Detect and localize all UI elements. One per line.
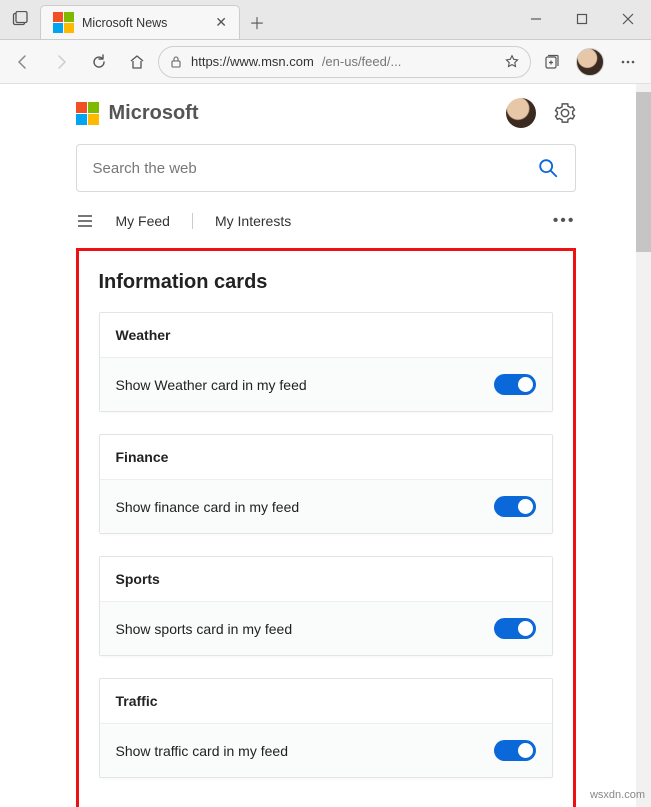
close-icon (622, 13, 634, 25)
tabview-icon (12, 11, 28, 27)
nav-more-button[interactable]: ••• (553, 212, 576, 230)
tab-title: Microsoft News (82, 16, 167, 30)
refresh-icon (90, 53, 108, 71)
feed-nav: My Feed My Interests ••• (76, 208, 576, 234)
menu-button[interactable] (611, 45, 645, 79)
collections-icon (543, 53, 561, 71)
home-button[interactable] (120, 45, 154, 79)
profile-button[interactable] (573, 45, 607, 79)
favorites-button[interactable] (504, 54, 520, 70)
search-box[interactable] (76, 144, 576, 192)
toggle-sports[interactable] (494, 618, 536, 639)
user-avatar[interactable] (506, 98, 536, 128)
window-minimize-button[interactable] (513, 0, 559, 39)
card-traffic: Traffic Show traffic card in my feed (99, 678, 553, 778)
ellipsis-icon (619, 53, 637, 71)
search-input[interactable] (93, 160, 537, 177)
window-maximize-button[interactable] (559, 0, 605, 39)
site-header: Microsoft (76, 98, 576, 128)
forward-button[interactable] (44, 45, 78, 79)
scrollbar-thumb[interactable] (636, 92, 651, 252)
address-bar[interactable]: https://www.msn.com/en-us/feed/... (158, 46, 531, 78)
toggle-weather[interactable] (494, 374, 536, 395)
page-content: Microsoft My Feed My Interests ••• Infor… (76, 98, 576, 807)
profile-avatar-icon (576, 48, 604, 76)
collections-button[interactable] (535, 45, 569, 79)
toggle-traffic[interactable] (494, 740, 536, 761)
settings-button[interactable] (554, 102, 576, 124)
search-button[interactable] (537, 157, 559, 179)
lock-icon (169, 55, 183, 69)
card-finance-title: Finance (100, 435, 552, 480)
gear-icon (554, 102, 576, 124)
arrow-right-icon (52, 53, 70, 71)
nav-divider (192, 213, 193, 229)
toggle-finance[interactable] (494, 496, 536, 517)
card-weather-title: Weather (100, 313, 552, 358)
browser-toolbar: https://www.msn.com/en-us/feed/... (0, 40, 651, 84)
hamburger-icon (76, 212, 94, 230)
new-tab-button[interactable]: ＋ (240, 5, 274, 39)
home-icon (128, 53, 146, 71)
card-sports: Sports Show sports card in my feed (99, 556, 553, 656)
url-path: /en-us/feed/... (322, 54, 402, 69)
card-finance: Finance Show finance card in my feed (99, 434, 553, 534)
card-sports-label: Show sports card in my feed (116, 621, 293, 637)
highlight-box: Information cards Weather Show Weather c… (76, 248, 576, 807)
url-host: https://www.msn.com (191, 54, 314, 69)
card-sports-title: Sports (100, 557, 552, 602)
window-close-button[interactable] (605, 0, 651, 39)
microsoft-logo-icon (76, 102, 99, 125)
card-finance-label: Show finance card in my feed (116, 499, 300, 515)
tab-close-button[interactable]: ✕ (215, 14, 227, 31)
maximize-icon (576, 13, 588, 25)
scrollbar-track[interactable] (636, 84, 651, 807)
favicon-microsoft-icon (53, 12, 74, 33)
window-titlebar: Microsoft News ✕ ＋ (0, 0, 651, 40)
card-weather: Weather Show Weather card in my feed (99, 312, 553, 412)
back-button[interactable] (6, 45, 40, 79)
minimize-icon (530, 13, 542, 25)
star-add-icon (504, 54, 520, 70)
nav-menu-button[interactable] (76, 212, 94, 230)
section-title: Information cards (99, 271, 553, 294)
nav-my-interests[interactable]: My Interests (215, 213, 291, 229)
search-icon (537, 157, 559, 179)
watermark: wsxdn.com (590, 789, 645, 801)
nav-my-feed[interactable]: My Feed (116, 213, 170, 229)
browser-tab[interactable]: Microsoft News ✕ (40, 5, 240, 39)
card-traffic-label: Show traffic card in my feed (116, 743, 288, 759)
arrow-left-icon (14, 53, 32, 71)
refresh-button[interactable] (82, 45, 116, 79)
card-traffic-title: Traffic (100, 679, 552, 724)
page-viewport: Microsoft My Feed My Interests ••• Infor… (0, 84, 651, 807)
card-weather-label: Show Weather card in my feed (116, 377, 307, 393)
brand-title: Microsoft (109, 102, 199, 125)
window-controls (513, 0, 651, 39)
tab-actions-button[interactable] (0, 0, 40, 39)
